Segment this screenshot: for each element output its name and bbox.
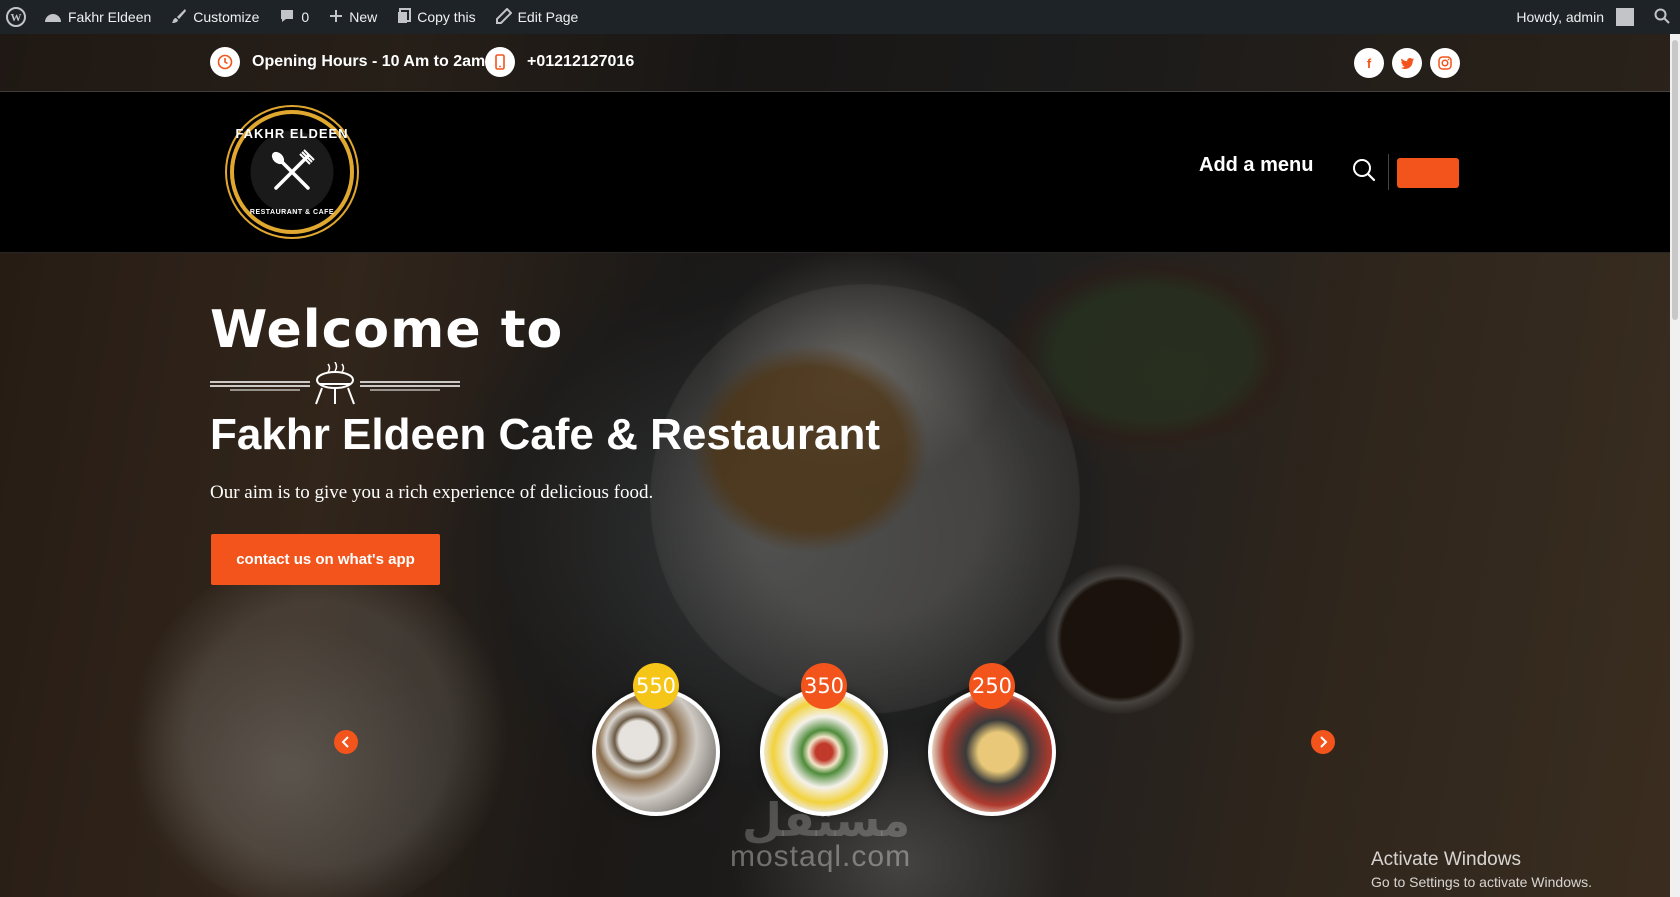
windows-activation-notice: Activate Windows Go to Settings to activ… — [1371, 849, 1592, 890]
fork-spoon-icon — [271, 149, 315, 190]
admin-edit-page[interactable]: Edit Page — [486, 0, 589, 34]
customize-label: Customize — [193, 9, 260, 25]
page-scrollbar[interactable] — [1670, 34, 1680, 897]
grill-divider-icon — [210, 362, 460, 405]
nav-divider — [1388, 154, 1389, 190]
comments-count: 0 — [301, 9, 310, 25]
price-badge: 550 — [633, 663, 679, 709]
phone-info[interactable]: +01212127016 — [485, 47, 634, 77]
admin-site-name[interactable]: Fakhr Eldeen — [34, 0, 161, 34]
search-icon[interactable] — [1352, 158, 1376, 182]
copy-label: Copy this — [417, 9, 476, 25]
dashboard-icon — [44, 9, 62, 26]
wordpress-logo-icon[interactable]: W — [0, 0, 34, 34]
admin-new[interactable]: New — [319, 0, 387, 34]
search-icon — [1654, 8, 1670, 27]
site-logo[interactable]: FAKHR ELDEEN RESTAURANT & CAFE — [230, 110, 354, 234]
header-cta-button[interactable] — [1397, 158, 1459, 188]
admin-bar: W Fakhr Eldeen Customize 0 New Copy this — [0, 0, 1680, 34]
svg-text:W: W — [11, 12, 22, 24]
slider-next-button[interactable] — [1311, 730, 1335, 754]
admin-customize[interactable]: Customize — [161, 0, 269, 34]
avatar — [1616, 8, 1634, 26]
opening-hours: Opening Hours - 10 Am to 2am — [210, 47, 485, 77]
chevron-right-icon — [1320, 736, 1328, 748]
plus-icon — [329, 9, 343, 26]
activate-subtitle: Go to Settings to activate Windows. — [1371, 874, 1592, 890]
copy-icon — [397, 7, 412, 27]
clock-icon — [210, 47, 240, 77]
top-info-bar: Opening Hours - 10 Am to 2am +0121212701… — [0, 34, 1670, 92]
instagram-icon[interactable] — [1430, 48, 1460, 78]
hero-subtitle: Our aim is to give you a rich experience… — [210, 482, 654, 503]
admin-bar-right: Howdy, admin — [1506, 0, 1680, 34]
pencil-icon — [495, 7, 513, 27]
chevron-left-icon — [341, 736, 349, 748]
phone-icon — [485, 47, 515, 77]
price-badge: 250 — [969, 663, 1015, 709]
logo-top-text: FAKHR ELDEEN — [235, 126, 349, 141]
howdy-label: Howdy, admin — [1516, 9, 1604, 25]
nav-add-a-menu[interactable]: Add a menu — [1199, 154, 1313, 177]
twitter-icon[interactable] — [1392, 48, 1422, 78]
slider-prev-button[interactable] — [334, 730, 358, 754]
logo-bottom-text: RESTAURANT & CAFE — [249, 209, 335, 216]
edit-page-label: Edit Page — [517, 9, 579, 25]
activate-title: Activate Windows — [1371, 849, 1521, 870]
brush-icon — [171, 8, 187, 27]
admin-search[interactable] — [1644, 0, 1680, 34]
site-header: FAKHR ELDEEN RESTAURANT & CAFE Add a men… — [0, 92, 1670, 253]
scrollbar-thumb[interactable] — [1672, 40, 1678, 320]
whatsapp-contact-button[interactable]: contact us on what's app — [211, 534, 440, 585]
new-label: New — [349, 9, 378, 25]
comment-icon — [279, 8, 295, 27]
watermark-arabic: مستقل — [742, 793, 911, 847]
hero-welcome-text: Welcome to — [210, 300, 564, 360]
hero-title: Fakhr Eldeen Cafe & Restaurant — [210, 410, 880, 459]
opening-hours-text: Opening Hours - 10 Am to 2am — [252, 53, 486, 70]
social-links: f — [1354, 48, 1460, 78]
phone-text: +01212127016 — [527, 53, 635, 70]
admin-account[interactable]: Howdy, admin — [1506, 0, 1644, 34]
facebook-icon[interactable]: f — [1354, 48, 1384, 78]
watermark-latin: mostaql.com — [730, 840, 912, 873]
admin-comments[interactable]: 0 — [269, 0, 319, 34]
admin-copy[interactable]: Copy this — [387, 0, 485, 34]
price-badge: 350 — [801, 663, 847, 709]
site-name-label: Fakhr Eldeen — [68, 9, 152, 25]
